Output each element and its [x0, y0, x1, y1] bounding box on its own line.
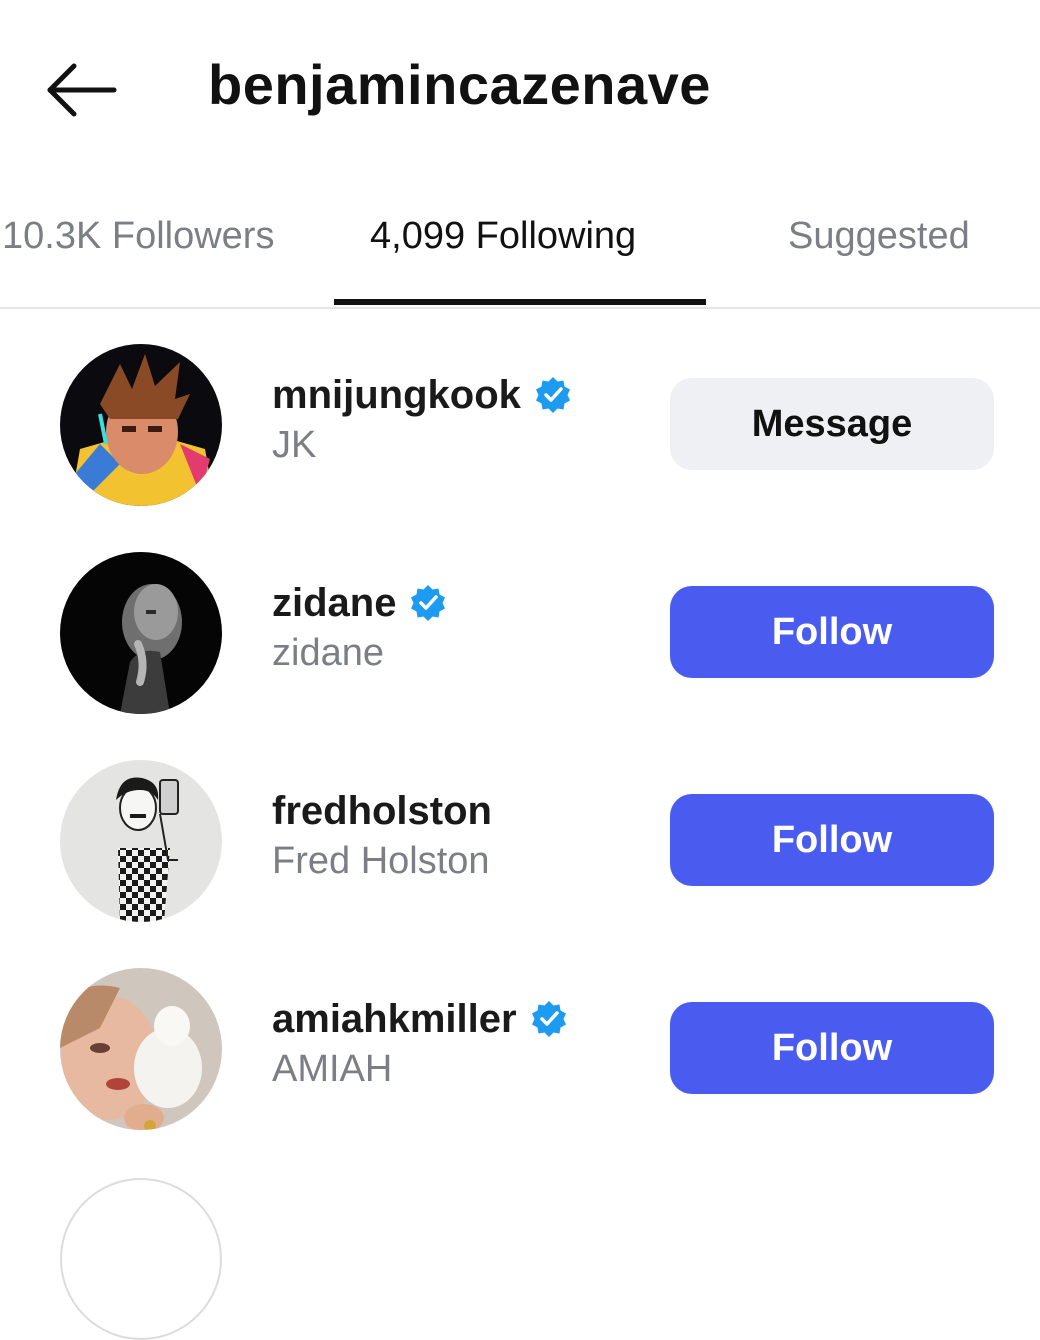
account-names: fredholston Fred Holston [272, 786, 492, 883]
follow-button[interactable]: Follow [670, 794, 994, 886]
verified-badge-icon [411, 585, 446, 621]
page-title: benjamincazenave [208, 53, 711, 116]
avatar[interactable] [60, 1178, 222, 1340]
list-item: amiahkmiller AMIAH Follow [0, 968, 1040, 1168]
verified-badge-icon [535, 377, 570, 413]
avatar[interactable] [60, 760, 222, 922]
message-button[interactable]: Message [670, 378, 994, 470]
arrow-left-icon [47, 63, 117, 117]
account-handle[interactable]: fredholston [272, 789, 492, 834]
verified-badge-icon [531, 1001, 566, 1037]
tab-bar: 10.3K Followers 4,099 Following Suggeste… [0, 175, 1040, 309]
tab-followers[interactable]: 10.3K Followers [2, 215, 274, 258]
list-item: fredholston Fred Holston Follow [0, 760, 1040, 960]
account-full-name: Fred Holston [272, 840, 490, 882]
follow-button[interactable]: Follow [670, 1002, 994, 1094]
avatar[interactable] [60, 344, 222, 506]
tab-following[interactable]: 4,099 Following [370, 215, 636, 258]
back-button[interactable] [44, 60, 120, 120]
avatar[interactable] [60, 552, 222, 714]
account-names: amiahkmiller AMIAH [272, 994, 569, 1091]
account-handle[interactable]: mnijungkook [272, 373, 521, 418]
active-tab-indicator [334, 299, 706, 305]
header: benjamincazenave [0, 0, 1040, 175]
follow-button[interactable]: Follow [670, 586, 994, 678]
account-full-name: zidane [272, 632, 384, 674]
list-item: zidane zidane Follow [0, 552, 1040, 752]
account-names: mnijungkook JK [272, 370, 573, 467]
account-handle[interactable]: amiahkmiller [272, 997, 517, 1042]
account-full-name: AMIAH [272, 1048, 393, 1090]
tab-suggested[interactable]: Suggested [788, 215, 970, 258]
account-full-name: JK [272, 424, 317, 466]
account-names: zidane zidane [272, 578, 448, 675]
avatar[interactable] [60, 968, 222, 1130]
list-item: mnijungkook JK Message [0, 344, 1040, 544]
account-handle[interactable]: zidane [272, 581, 396, 626]
